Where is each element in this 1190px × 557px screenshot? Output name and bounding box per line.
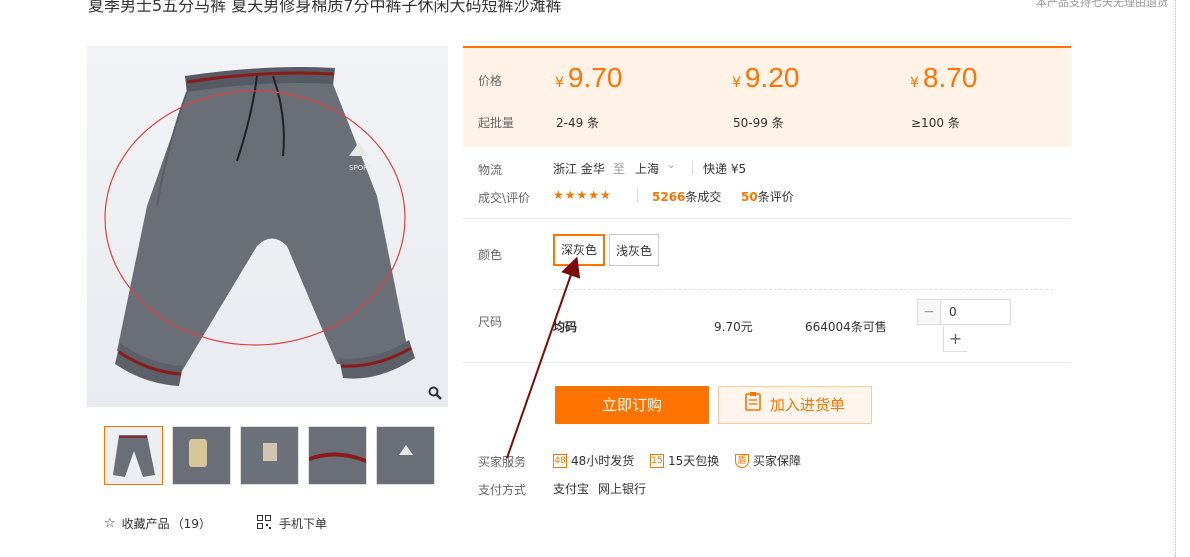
currency-symbol: ¥ [555, 75, 564, 91]
increase-button[interactable]: + [943, 326, 967, 352]
thumbnail-2[interactable] [172, 426, 231, 485]
qr-code-icon [257, 515, 271, 532]
logistics-label: 物流 [478, 163, 503, 177]
shield-icon: 盾 [735, 453, 749, 468]
product-main-image[interactable]: SPORT [87, 46, 448, 407]
deals-number: 5266 [652, 190, 686, 204]
service-15day[interactable]: 15 15天包换 [650, 452, 719, 469]
tier-price: 9.20 [744, 62, 800, 93]
star-outline-icon: ☆ [104, 516, 116, 531]
exchange-15day-icon: 15 [650, 453, 664, 468]
payment-label: 支付方式 [478, 483, 527, 497]
add-to-cart-button[interactable]: 加入进货单 [718, 386, 872, 424]
divider [553, 289, 1053, 290]
thumbnail-1[interactable] [104, 426, 163, 485]
decrease-button[interactable]: − [917, 299, 941, 325]
deals-suffix: 条成交 [685, 190, 722, 204]
favorite-label: 收藏产品 [121, 517, 170, 531]
quantity-stepper: − 0 [917, 299, 1011, 325]
shipping-method: 快递 ¥5 [703, 162, 747, 176]
service-text: 48小时发货 [571, 454, 635, 468]
mobile-order-button[interactable]: 手机下单 [257, 515, 327, 532]
svg-text:SPORT: SPORT [349, 164, 373, 172]
favorite-button[interactable]: ☆ 收藏产品 （19） [104, 515, 211, 532]
ship-to-select[interactable]: 上海 ⌄ [635, 160, 675, 177]
services-label: 买家服务 [478, 455, 527, 469]
zoom-icon[interactable] [428, 386, 442, 404]
price-label: 价格 [478, 74, 503, 88]
tier-qty: ≥100 条 [911, 116, 960, 130]
service-48h[interactable]: 48 48小时发货 [553, 452, 634, 469]
ship-to-value: 上海 [635, 162, 660, 176]
size-label: 尺码 [478, 315, 503, 329]
chevron-down-icon: ⌄ [667, 160, 676, 171]
reviews-label: 成交\评价 [478, 191, 531, 205]
deals-count[interactable]: 5266条成交 [652, 188, 721, 205]
currency-symbol: ¥ [732, 75, 741, 91]
service-guarantee[interactable]: 盾 买家保障 [735, 452, 801, 469]
product-title: 夏季男士5五分马裤 夏天男修身棉质7分中裤子休闲大码短裤沙滩裤 [88, 0, 562, 15]
price-tier-2: ¥9.20 [732, 62, 799, 94]
divider [637, 188, 638, 202]
service-text: 买家保障 [753, 454, 802, 468]
payment-alipay: 支付宝 [553, 482, 590, 496]
favorite-count: （19） [171, 517, 211, 531]
size-price: 9.70元 [714, 320, 753, 334]
reviews-suffix: 条评价 [757, 190, 794, 204]
ship-to-word: 至 [613, 162, 626, 176]
rating-stars: ★★★★★ [553, 188, 612, 202]
divider [1175, 0, 1176, 557]
clipboard-icon [745, 388, 761, 424]
divider [692, 160, 693, 174]
return-notice: 本产品支持七天无理由退货 [1036, 0, 1168, 9]
moq-label: 起批量 [478, 116, 515, 130]
add-to-cart-label: 加入进货单 [769, 396, 845, 414]
price-tier-3: ¥8.70 [910, 62, 977, 94]
delivery-48h-icon: 48 [553, 453, 567, 468]
thumbnail-5[interactable] [376, 426, 435, 485]
mobile-order-label: 手机下单 [279, 517, 328, 531]
color-option-light-gray[interactable]: 浅灰色 [609, 234, 660, 266]
tier-price: 9.70 [567, 62, 623, 93]
reviews-count[interactable]: 50条评价 [741, 188, 794, 205]
service-text: 15天包换 [668, 454, 720, 468]
tier-price: 8.70 [922, 62, 978, 93]
size-stock: 664004条可售 [805, 320, 887, 334]
tier-qty: 50-99 条 [733, 116, 784, 130]
tier-qty: 2-49 条 [556, 116, 600, 130]
color-label: 颜色 [478, 248, 503, 262]
quantity-input[interactable]: 0 [941, 299, 1011, 325]
thumbnail-3[interactable] [240, 426, 299, 485]
divider [463, 218, 1071, 219]
payment-bank: 网上银行 [598, 482, 647, 496]
pants-illustration: SPORT [104, 67, 415, 386]
ship-from: 浙江 金华 [553, 162, 605, 176]
currency-symbol: ¥ [910, 75, 919, 91]
price-tier-1: ¥9.70 [555, 62, 622, 94]
reviews-number: 50 [741, 190, 758, 204]
divider [463, 362, 1071, 363]
color-option-dark-gray[interactable]: 深灰色 [553, 234, 606, 266]
thumbnail-4[interactable] [308, 426, 367, 485]
thumbnail-strip [104, 426, 435, 485]
size-name: 均码 [553, 320, 578, 334]
order-now-button[interactable]: 立即订购 [555, 386, 709, 424]
